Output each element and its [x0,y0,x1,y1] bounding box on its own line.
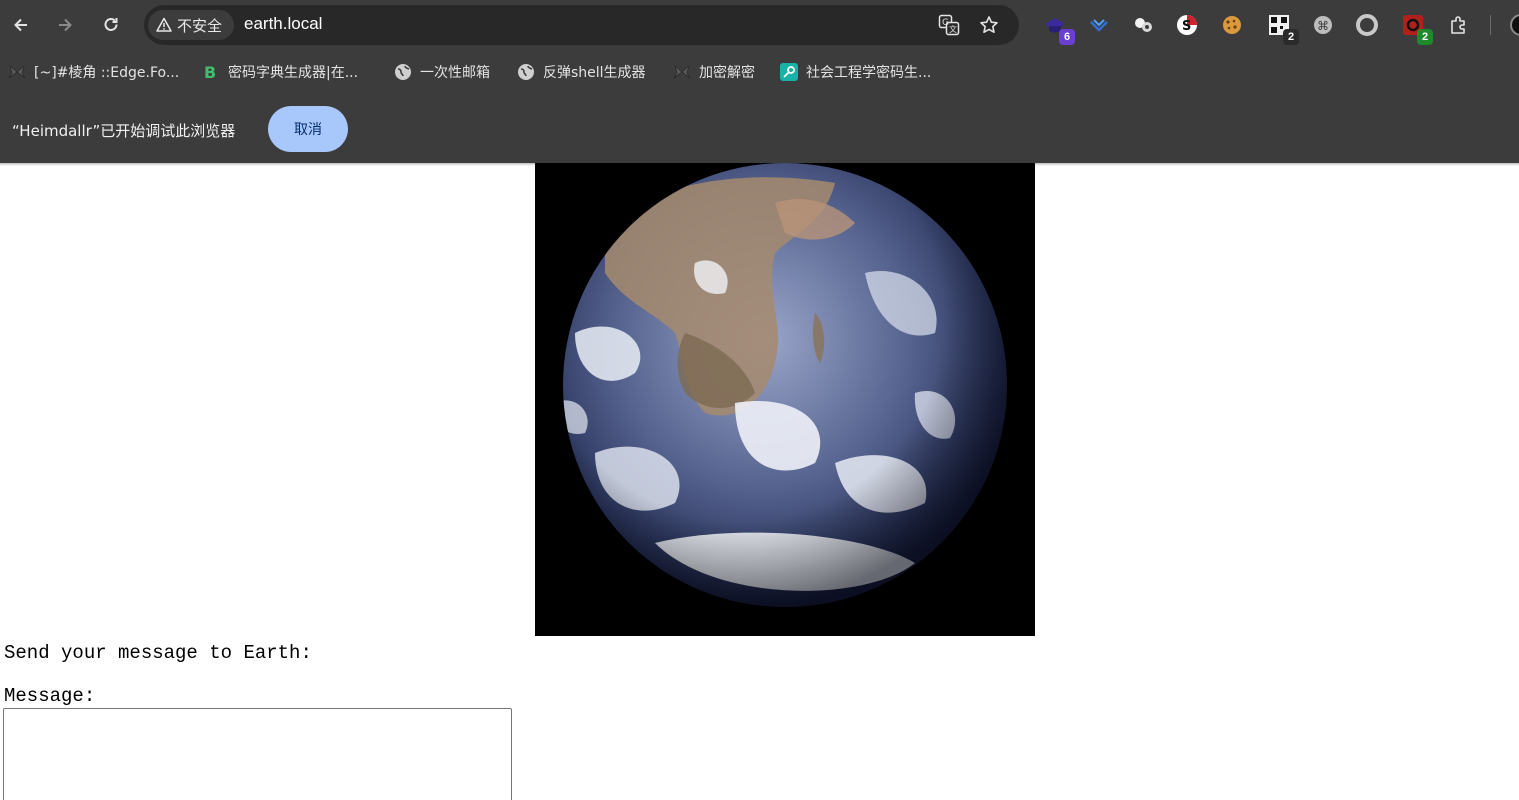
reload-button[interactable] [96,10,126,40]
bookmark-item[interactable]: 社会工程学密码生... [780,61,931,83]
bookmark-item[interactable]: 加密解密 [673,61,755,83]
wappalyzer-icon [1090,19,1108,32]
message-textarea[interactable] [3,708,512,800]
infobar-message: “Heimdallr”已开始调试此浏览器 [12,122,236,140]
extension-badge: 6 [1059,29,1075,45]
key-icon [780,63,798,81]
puzzle-icon [1451,16,1465,34]
page-heading: Send your message to Earth: [4,642,312,664]
svg-text:S: S [1182,19,1191,34]
bookmarks-bar: [~]#棱角 ::Edge.Fo... B 密码字典生成器|在... 一次性邮箱… [0,54,1519,90]
bookmark-label: [~]#棱角 ::Edge.Fo... [34,65,180,81]
bookmark-item[interactable]: 反弹shell生成器 [517,61,646,83]
shortcut-extension-icon: ⌘ [1314,16,1332,34]
message-label: Message: [4,685,96,707]
debug-infobar: “Heimdallr”已开始调试此浏览器 [0,96,1519,163]
address-bar[interactable]: 不安全 earth.local G文 [144,5,1019,45]
extension-badge: 2 [1417,29,1433,45]
extension-badge: 2 [1283,29,1299,45]
globe-icon [517,63,535,81]
cookie-icon [1223,16,1241,34]
svg-text:⌘: ⌘ [1317,19,1329,33]
browser-chrome: 不安全 earth.local G文 6 S 2 ⌘ 2 [~]#棱角::Ed… [0,0,1519,163]
s-extension-button[interactable]: S [1174,12,1200,38]
warning-icon [156,17,172,32]
b-logo-icon: B [202,63,220,81]
wappalyzer-button[interactable] [1086,12,1112,38]
extensions-menu-button[interactable] [1446,12,1472,38]
circle-extension-button[interactable] [1354,12,1380,38]
svg-text:文: 文 [949,24,957,34]
translate-icon: G文 [938,14,960,36]
bookmark-label: 社会工程学密码生... [806,65,932,81]
cookie-extension-icon [1135,18,1152,32]
browser-toolbar: 不安全 earth.local G文 6 S 2 ⌘ 2 [0,0,1519,50]
bookmark-label: 反弹shell生成器 [543,65,646,81]
url-text[interactable]: earth.local [244,14,322,34]
security-chip[interactable]: 不安全 [148,10,234,40]
bookmark-item[interactable]: B 密码字典生成器|在... [202,61,358,83]
reload-icon [104,18,118,31]
profile-avatar[interactable] [1510,14,1519,36]
moth-icon [8,63,26,81]
qr-extension-button[interactable]: 2 [1266,12,1299,45]
shortcut-extension-button[interactable]: ⌘ [1310,12,1336,38]
translate-button[interactable]: G文 [937,13,961,37]
svg-text:G: G [942,18,949,28]
bookmark-item[interactable]: 一次性邮箱 [394,61,490,83]
moth-icon [673,63,691,81]
earth-image [535,163,1035,636]
star-icon [980,16,998,33]
bookmark-label: 密码字典生成器|在... [228,65,359,81]
bookmark-item[interactable]: [~]#棱角 ::Edge.Fo... [8,61,179,83]
arrow-right-icon [59,18,72,32]
cookie-extension-button[interactable] [1130,12,1156,38]
circle-extension-icon [1356,14,1378,36]
s-extension-icon: S [1177,15,1197,35]
hat-extension-button[interactable]: 6 [1042,12,1075,45]
svg-text:B: B [204,63,216,81]
arrow-left-icon [14,18,27,32]
earth-globe-illustration [535,163,1035,636]
back-button[interactable] [6,10,36,40]
cookie-button[interactable] [1219,12,1245,38]
red-extension-button[interactable]: 2 [1400,12,1433,45]
bookmark-star-button[interactable] [977,13,1001,37]
security-label: 不安全 [177,16,223,35]
forward-button[interactable] [50,10,80,40]
toolbar-divider [1490,15,1491,35]
bookmark-label: 一次性邮箱 [420,65,490,81]
cancel-debug-button[interactable]: 取消 [268,106,348,152]
bookmark-label: 加密解密 [699,65,755,81]
globe-icon [394,63,412,81]
